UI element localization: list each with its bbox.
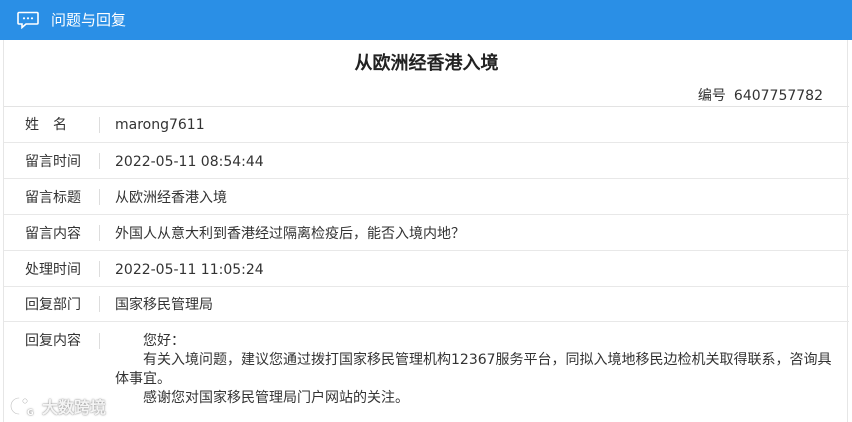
logo-icon: G [9,396,34,417]
reply-paragraph: 有关入境问题，建议您通过拨打国家移民管理机构12367服务平台，同拟入境地移民边… [115,352,832,387]
reply-paragraph: 感谢您对国家移民管理局门户网站的关注。 [143,390,409,406]
field-label: 回复内容 [25,333,81,349]
divider [99,225,100,241]
field-row-name: 姓 名 marong7611 [4,107,849,143]
reply-paragraph: 您好： [143,333,185,349]
field-row-time: 留言时间 2022-05-11 08:54:44 [4,143,849,179]
svg-text:G: G [27,408,34,417]
watermark-text: 大数跨境 [42,398,107,417]
serial-number: 编号 6407757782 [698,87,823,105]
page-title: 从欧洲经香港入境 [354,53,499,74]
field-value: 外国人从意大利到香港经过隔离检疫后，能否入境内地？ [115,226,465,242]
field-label: 处理时间 [25,262,81,278]
header-bar: 问题与回复 [0,0,852,40]
divider [99,296,100,312]
watermark: G 大数跨境 [8,393,106,419]
divider [99,333,100,349]
field-value: 从欧洲经香港入境 [115,190,227,206]
field-row-content: 留言内容 外国人从意大利到香港经过隔离检疫后，能否入境内地？ [4,215,849,251]
field-label: 留言内容 [25,226,81,242]
field-label: 留言标题 [25,190,81,206]
field-value: 2022-05-11 08:54:44 [115,154,264,170]
field-value: 2022-05-11 11:05:24 [115,262,264,278]
divider [99,117,100,133]
field-value: marong7611 [115,117,205,133]
header-title: 问题与回复 [51,11,127,29]
divider [99,189,100,205]
field-label: 回复部门 [25,297,81,313]
reply-content: 您好： 有关入境问题，建议您通过拨打国家移民管理机构12367服务平台，同拟入境… [115,332,839,408]
field-row-process-time: 处理时间 2022-05-11 11:05:24 [4,251,849,287]
field-label: 姓 名 [25,117,67,133]
serial-label: 编号 [697,88,726,104]
field-row-reply: 回复内容 您好： 有关入境问题，建议您通过拨打国家移民管理机构12367服务平台… [4,322,849,422]
divider [99,153,100,169]
divider [99,261,100,277]
chat-bubble-icon [17,11,39,29]
field-value: 国家移民管理局 [115,297,213,313]
field-row-department: 回复部门 国家移民管理局 [4,287,849,322]
field-row-title: 留言标题 从欧洲经香港入境 [4,179,849,215]
serial-value: 6407757782 [733,88,823,104]
field-label: 留言时间 [25,154,81,170]
message-card: 从欧洲经香港入境 编号 6407757782 姓 名 marong7611 留言时… [3,40,849,422]
